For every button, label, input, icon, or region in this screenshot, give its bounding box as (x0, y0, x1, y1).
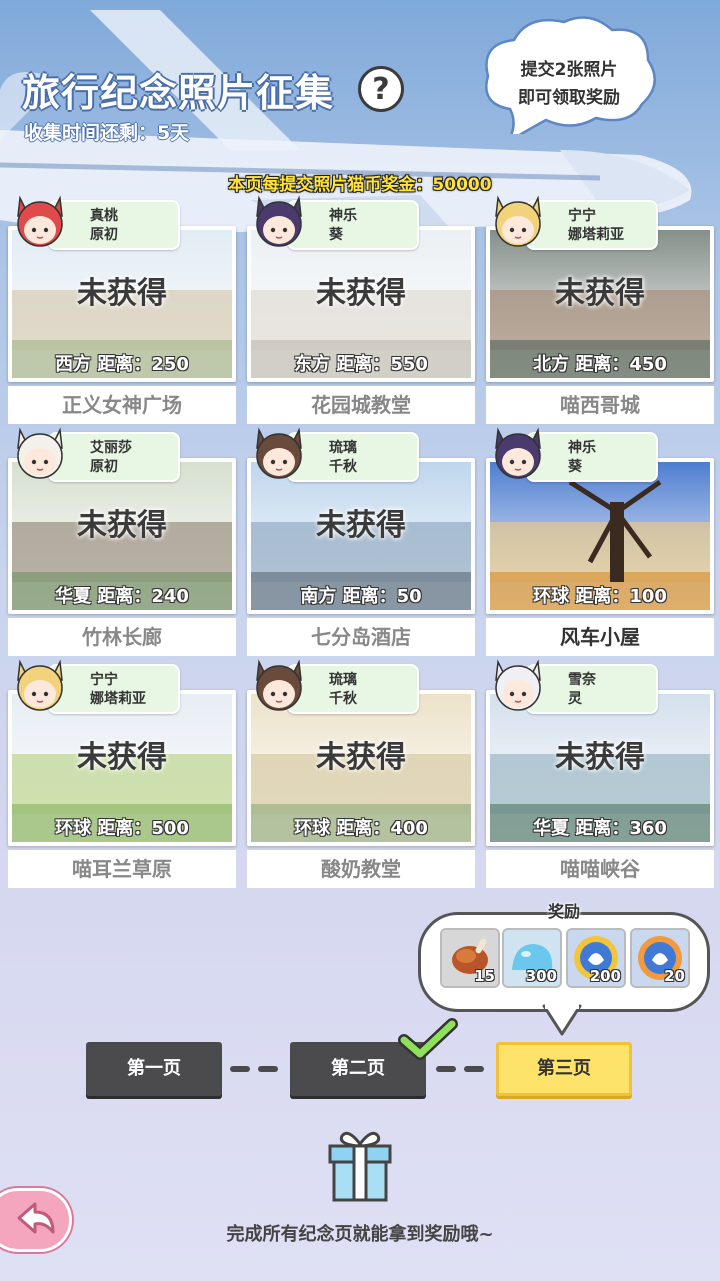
character-name: 琉璃 (329, 440, 357, 456)
photo-status: 未获得 (77, 508, 167, 543)
character-variant: 葵 (329, 227, 343, 243)
reward-bubble-tail (542, 1004, 582, 1036)
reward-title: 奖励 (547, 902, 580, 921)
character-avatar-icon (17, 659, 63, 711)
character-variant: 千秋 (329, 691, 357, 707)
place-name: 七分岛酒店 (247, 618, 475, 656)
reward-item-gold-badge[interactable]: 200 (566, 928, 626, 988)
time-remaining: 收集时间还剩：5天 (24, 122, 190, 144)
gift-box-icon[interactable] (322, 1128, 398, 1204)
bonus-banner: 本页每提交照片猫币奖金：50000 (228, 175, 492, 195)
photo-card[interactable]: 未获得 东方 距离：550 神乐 葵 花园城教堂 (247, 195, 475, 424)
photo-status: 未获得 (316, 740, 406, 775)
character-avatar-icon (17, 427, 63, 479)
hint-text: 提交2张照片 即可领取奖励 (480, 56, 658, 112)
photo-status: 未获得 (555, 740, 645, 775)
photo-card[interactable]: 未获得 环球 距离：400 琉璃 千秋 酸奶教堂 (247, 659, 475, 888)
page-title: 旅行纪念照片征集 (22, 71, 335, 115)
character-name: 神乐 (329, 208, 357, 224)
photo-card[interactable]: 未获得 华夏 距离：360 雪奈 灵 喵喵峡谷 (486, 659, 714, 888)
character-avatar-icon (495, 427, 541, 479)
place-name: 竹林长廊 (8, 618, 236, 656)
photo-status: 未获得 (316, 276, 406, 311)
character-avatar-icon (256, 195, 302, 247)
photo-card[interactable]: 未获得 西方 距离：250 真桃 原初 正义女神广场 (8, 195, 236, 424)
character-avatar-icon (256, 659, 302, 711)
photo-distance: 东方 距离：550 (294, 354, 428, 375)
character-variant: 原初 (90, 459, 118, 475)
help-button[interactable]: ? (358, 66, 404, 112)
character-name: 宁宁 (568, 208, 596, 224)
character-name: 琉璃 (329, 672, 357, 688)
photo-status: 未获得 (77, 276, 167, 311)
character-avatar-icon (495, 659, 541, 711)
character-name: 宁宁 (90, 672, 118, 688)
page-connector (464, 1066, 484, 1072)
photo-card[interactable]: 未获得 北方 距离：450 宁宁 娜塔莉亚 喵西哥城 (486, 195, 714, 424)
character-name: 雪奈 (568, 672, 596, 688)
photo-card[interactable]: 未获得 华夏 距离：240 艾丽莎 原初 竹林长廊 (8, 427, 236, 656)
character-variant: 葵 (568, 459, 582, 475)
character-variant: 千秋 (329, 459, 357, 475)
back-arrow-icon (17, 1202, 55, 1234)
back-button[interactable] (0, 1188, 72, 1252)
character-name: 艾丽莎 (90, 440, 132, 456)
reward-item-meat[interactable]: 15 (440, 928, 500, 988)
character-avatar-icon (495, 195, 541, 247)
place-name: 喵耳兰草原 (8, 850, 236, 888)
photo-card[interactable]: 环球 距离：100 神乐 葵 风车小屋 (486, 427, 714, 656)
reward-item-orange-badge[interactable]: 20 (630, 928, 690, 988)
character-avatar-icon (256, 427, 302, 479)
page-connector (436, 1066, 456, 1072)
photo-status: 未获得 (77, 740, 167, 775)
photo-distance: 环球 距离：400 (294, 818, 428, 839)
page-connector (258, 1066, 278, 1072)
photo-distance: 北方 距离：450 (533, 354, 667, 375)
place-name: 正义女神广场 (8, 386, 236, 424)
place-name: 喵西哥城 (486, 386, 714, 424)
place-name: 花园城教堂 (247, 386, 475, 424)
photo-distance: 环球 距离：500 (55, 818, 189, 839)
photo-card[interactable]: 未获得 南方 距离：50 琉璃 千秋 七分岛酒店 (247, 427, 475, 656)
character-name: 真桃 (90, 208, 118, 224)
photo-status: 未获得 (555, 276, 645, 311)
place-name: 喵喵峡谷 (486, 850, 714, 888)
character-avatar-icon (17, 195, 63, 247)
place-name: 酸奶教堂 (247, 850, 475, 888)
character-variant: 娜塔莉亚 (90, 691, 146, 707)
photo-distance: 西方 距离：250 (55, 354, 189, 375)
photo-card[interactable]: 未获得 环球 距离：500 宁宁 娜塔莉亚 喵耳兰草原 (8, 659, 236, 888)
photo-distance: 南方 距离：50 (300, 586, 422, 607)
reward-count: 15 (474, 967, 495, 985)
page-1-button[interactable]: 第一页 (86, 1042, 222, 1096)
reward-count: 200 (589, 967, 621, 985)
photo-distance: 环球 距离：100 (533, 586, 667, 607)
character-variant: 原初 (90, 227, 118, 243)
hint-line-1: 提交2张照片 (520, 60, 618, 80)
check-icon (398, 1018, 458, 1060)
place-name: 风车小屋 (486, 618, 714, 656)
reward-item-blue-slime[interactable]: 300 (502, 928, 562, 988)
footer-hint: 完成所有纪念页就能拿到奖励哦~ (226, 1224, 494, 1245)
reward-count: 20 (664, 967, 685, 985)
hint-line-2: 即可领取奖励 (518, 88, 620, 108)
photo-status: 未获得 (316, 508, 406, 543)
photo-distance: 华夏 距离：240 (55, 586, 189, 607)
photo-distance: 华夏 距离：360 (533, 818, 667, 839)
character-variant: 娜塔莉亚 (568, 227, 624, 243)
character-name: 神乐 (568, 440, 596, 456)
page-3-button[interactable]: 第三页 (496, 1042, 632, 1096)
character-variant: 灵 (568, 691, 582, 707)
page-connector (230, 1066, 250, 1072)
reward-count: 300 (525, 967, 557, 985)
